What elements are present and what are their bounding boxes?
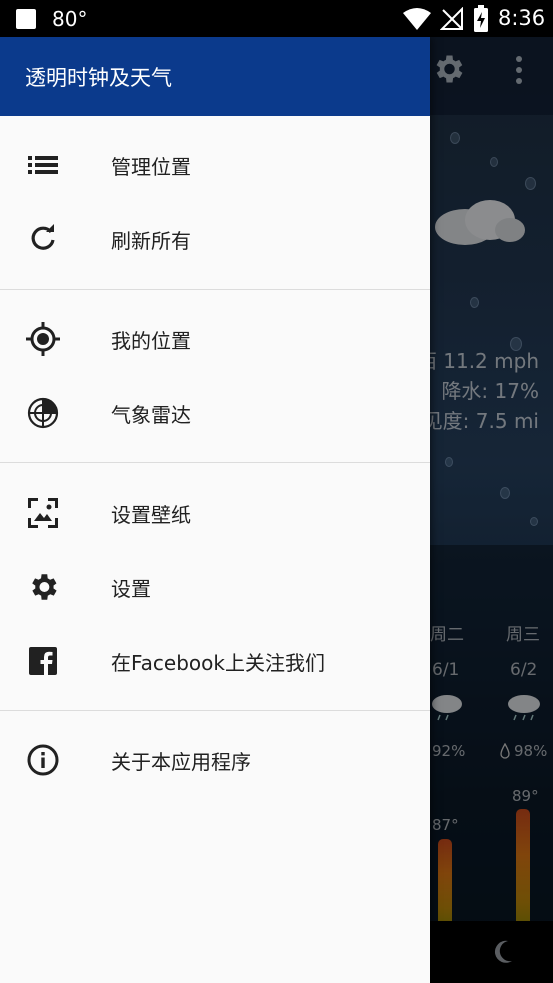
divider (0, 710, 430, 711)
gear-icon (32, 574, 57, 600)
menu-item-manage-locations[interactable]: 管理位置 (0, 128, 430, 202)
wallpaper-icon (28, 498, 58, 528)
menu-item-settings[interactable]: 设置 (0, 550, 430, 624)
drawer-title: 透明时钟及天气 (25, 66, 172, 90)
menu-item-label: 设置壁纸 (111, 503, 191, 527)
my-location-icon (26, 322, 60, 356)
menu-item-follow-facebook[interactable]: 在Facebook上关注我们 (0, 624, 430, 698)
radar-icon (27, 397, 59, 429)
status-temperature: 80° (52, 7, 88, 31)
menu-item-set-wallpaper[interactable]: 设置壁纸 (0, 476, 430, 550)
refresh-icon (31, 224, 55, 250)
divider (0, 289, 430, 290)
navigation-drawer: 透明时钟及天气 管理位置 刷新所有 我的位置 气象雷达 设置壁纸 设置 在Fac… (0, 37, 430, 983)
list-icon (28, 156, 58, 174)
menu-item-label: 刷新所有 (111, 229, 191, 253)
menu-item-weather-radar[interactable]: 气象雷达 (0, 376, 430, 450)
status-time: 8:36 (498, 6, 546, 30)
notification-icon (16, 9, 36, 29)
menu-item-label: 气象雷达 (111, 403, 191, 427)
menu-item-label: 在Facebook上关注我们 (111, 651, 325, 675)
no-signal-icon (440, 7, 463, 30)
facebook-icon (29, 647, 57, 675)
menu-item-refresh-all[interactable]: 刷新所有 (0, 202, 430, 276)
wifi-icon (403, 8, 431, 30)
drawer-scrim[interactable] (430, 37, 553, 983)
menu-item-about[interactable]: 关于本应用程序 (0, 723, 430, 797)
menu-item-label: 我的位置 (111, 329, 191, 353)
status-bar: 80° 8:36 (0, 0, 553, 37)
menu-item-label: 关于本应用程序 (111, 750, 251, 774)
battery-charging-icon (474, 5, 488, 32)
info-icon (27, 744, 59, 776)
menu-item-label: 设置 (111, 577, 151, 601)
menu-item-my-location[interactable]: 我的位置 (0, 302, 430, 376)
drawer-header: 透明时钟及天气 (0, 37, 430, 116)
menu-item-label: 管理位置 (111, 155, 191, 179)
divider (0, 462, 430, 463)
